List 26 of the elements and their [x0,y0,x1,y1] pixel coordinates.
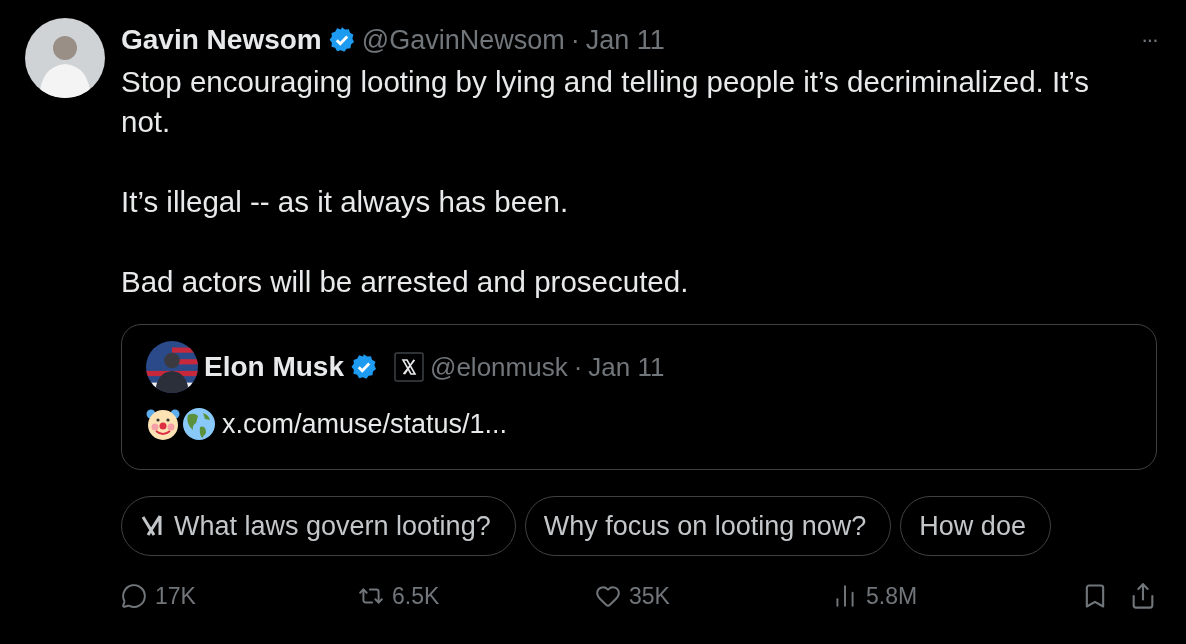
globe-icon [182,407,216,441]
x-logo-icon [394,352,424,382]
suggestion-chip[interactable]: How doe [900,496,1051,556]
author-name[interactable]: Gavin Newsom [121,24,322,56]
suggestion-chip[interactable]: What laws govern looting? [121,496,516,556]
more-button[interactable]: ··· [1141,27,1157,53]
quoted-author-handle[interactable]: @elonmusk [430,351,568,383]
views-button[interactable]: 5.8M [832,582,1069,610]
reply-icon [121,583,147,609]
quoted-post-link[interactable]: x.com/amuse/status/1... [222,408,508,440]
suggestion-chip[interactable]: Why focus on looting now? [524,496,892,556]
post-text: Bad actors will be arrested and prosecuted. [121,264,690,300]
separator: · [570,24,580,56]
like-icon [595,583,621,609]
like-button[interactable]: 35K [595,582,832,610]
quoted-post-date[interactable]: Jan 11 [588,351,665,383]
clown-face-icon [146,407,180,441]
post-text: It’s illegal -- as it always has been. [121,184,570,220]
author-handle[interactable]: @GavinNewsom [361,24,565,56]
post-date[interactable]: Jan 11 [585,24,665,56]
quoted-author-name[interactable]: Elon Musk [204,351,344,383]
separator: · [573,351,583,383]
post-text: Stop encouraging looting by lying and telling people it’s decriminalized. It’s not. [121,64,1091,140]
quoted-post-card[interactable]: Elon Musk @elonmusk · Jan 11 x.com/amuse/status/1... [121,324,1157,470]
reply-button[interactable]: 17K [121,582,358,610]
repost-button[interactable]: 6.5K [358,582,595,610]
